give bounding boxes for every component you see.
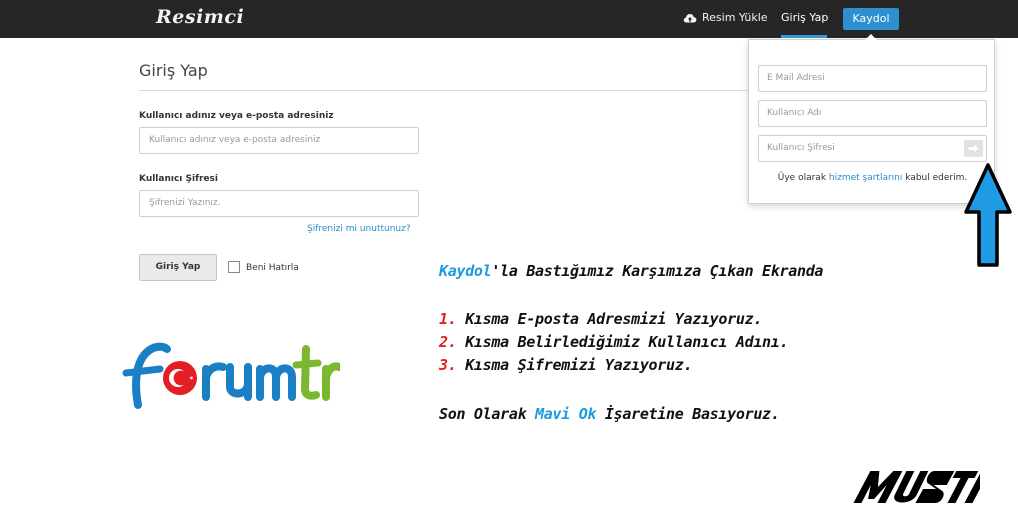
blue-up-arrow-icon [964,163,1012,267]
instruction-step-2: 2. Kısma Belirlediğimiz Kullanıcı Adını. [439,333,789,351]
remember-me-label[interactable]: Beni Hatırla [246,263,299,273]
forumtr-logo [122,342,340,409]
username-label: Kullanıcı adınız veya e-posta adresiniz [139,111,334,121]
register-username-input[interactable]: Kullanıcı Adı [758,100,987,127]
terms-prefix: Üye olarak [777,173,827,183]
dropdown-caret [865,34,877,40]
register-button[interactable]: Kaydol [843,8,899,30]
instruction-step-3: 3. Kısma Şifremizi Yazıyoruz. [439,356,693,374]
step-3-number: 3. [439,356,457,374]
forgot-password-link[interactable]: Şifrenizi mi unuttunuz? [307,224,411,234]
cloud-upload-icon [683,13,697,22]
terms-suffix: kabul ederim. [905,173,968,183]
password-label: Kullanıcı Şifresi [139,174,218,184]
step-3-text: Kısma Şifremizi Yazıyoruz. [465,356,693,374]
instruction-intro-text: 'la Bastığımız Karşımıza Çıkan Ekranda [491,262,824,280]
instruction-intro: Kaydol'la Bastığımız Karşımıza Çıkan Ekr… [439,262,823,280]
step-1-number: 1. [439,310,457,328]
nav-upload-label: Resim Yükle [702,11,768,24]
step-1-text: Kısma E-posta Adresmizi Yazıyoruz. [465,310,763,328]
terms-link[interactable]: hizmet şartlarını [829,173,902,183]
final-highlight: Mavi Ok [535,405,597,423]
page-title: Giriş Yap [139,61,208,80]
register-dropdown-panel: E Mail Adresi Kullanıcı Adı Kullanıcı Şi… [748,39,995,204]
login-submit-button[interactable]: Giriş Yap [139,254,217,281]
final-prefix: Son Olarak [439,405,527,423]
step-2-number: 2. [439,333,457,351]
register-submit-arrow-button[interactable] [964,140,983,157]
top-navbar: Resimci Resim Yükle Giriş Yap Kaydol [0,0,1018,38]
arrow-right-icon [968,144,979,153]
register-password-input[interactable]: Kullanıcı Şifresi [758,135,987,162]
nav-upload-link[interactable]: Resim Yükle [683,11,768,24]
username-input[interactable]: Kullanıcı adınız veya e-posta adresiniz [139,127,419,154]
musti-signature [853,471,980,503]
final-suffix: İşaretine Basıyoruz. [604,405,780,423]
password-input[interactable]: Şifrenizi Yazınız. [139,190,419,217]
active-nav-indicator [781,35,827,38]
instruction-step-1: 1. Kısma E-posta Adresmizi Yazıyoruz. [439,310,762,328]
site-logo[interactable]: Resimci [156,6,244,28]
instruction-final: Son Olarak Mavi Ok İşaretine Basıyoruz. [439,405,780,423]
step-2-text: Kısma Belirlediğimiz Kullanıcı Adını. [465,333,789,351]
remember-me-checkbox[interactable] [228,261,240,273]
nav-login-link[interactable]: Giriş Yap [781,11,828,24]
title-divider [139,90,759,91]
register-email-input[interactable]: E Mail Adresi [758,65,987,92]
terms-text: Üye olarak hizmet şartlarını kabul ederi… [749,173,996,183]
instruction-intro-highlight: Kaydol [439,262,492,280]
